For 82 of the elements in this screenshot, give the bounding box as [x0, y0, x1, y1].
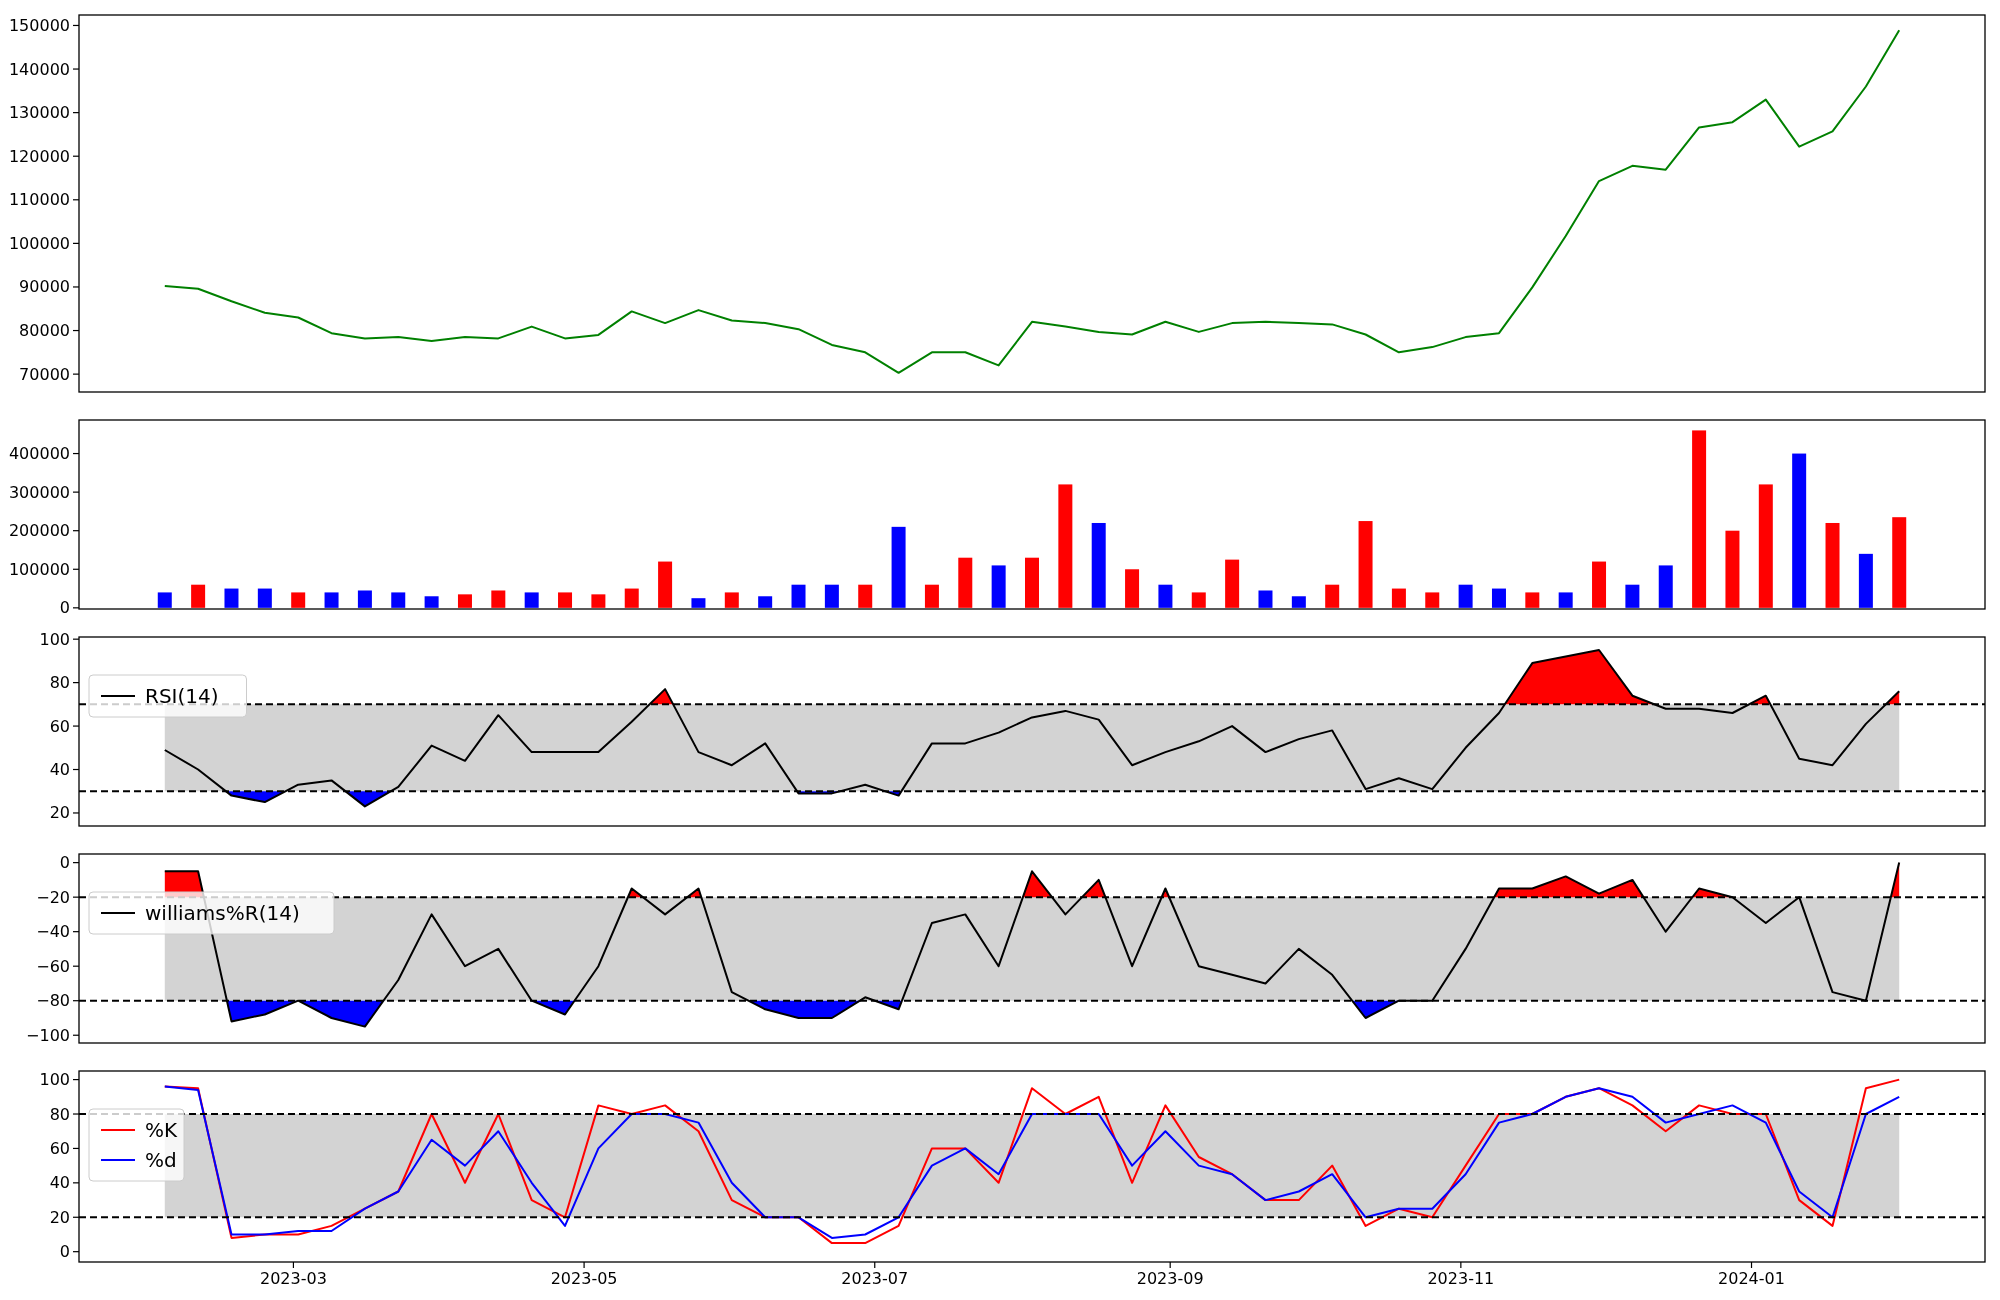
axis-tick-label: 100 — [39, 629, 70, 649]
axis-tick-label: 40 — [49, 760, 70, 779]
axis-tick-label: 20 — [49, 1207, 70, 1227]
axis-tick-label: 150000 — [8, 15, 70, 35]
axis-tick — [72, 638, 80, 640]
axis-tick — [72, 862, 80, 864]
legend-label: %d — [145, 1148, 177, 1172]
axis-tick — [1460, 1261, 1462, 1269]
legend-label: williams%R(14) — [145, 901, 300, 925]
axis-tick — [72, 1034, 80, 1036]
axis-tick-label: 60 — [49, 1138, 70, 1158]
axis-tick-label: 400000 — [8, 444, 70, 464]
axis-tick — [72, 199, 80, 201]
axis-tick-label: 100 — [39, 1070, 70, 1090]
axis-tick — [72, 768, 80, 771]
axis-tick-label: 20 — [49, 803, 70, 823]
axis-tick — [72, 1000, 80, 1002]
axis-tick — [72, 896, 80, 898]
axis-tick-label: 100000 — [8, 233, 70, 253]
axis-tick-label: 140000 — [8, 59, 70, 79]
axis-tick — [292, 1261, 295, 1269]
axis-tick — [72, 373, 80, 375]
axis-tick-label: 0 — [59, 598, 70, 618]
axis-tick-label: 200000 — [8, 521, 70, 541]
axis-tick-label: 80 — [49, 1104, 70, 1124]
axis-tick-label: 100000 — [8, 559, 70, 579]
legend-line-icon — [100, 1159, 136, 1161]
axis-tick-label: 80 — [49, 673, 70, 693]
axis-tick — [72, 568, 80, 570]
axis-tick — [72, 242, 80, 244]
axis-tick — [72, 1113, 80, 1115]
axis-tick-label: 2024-01 — [1718, 1269, 1785, 1288]
axis-tick — [72, 530, 80, 532]
axis-tick — [72, 812, 80, 814]
axis-tick-label: 2023-09 — [1136, 1269, 1204, 1288]
axis-tick-label: 80000 — [19, 321, 70, 341]
axis-tick-label: 0 — [59, 1242, 70, 1262]
legend-line-icon — [100, 912, 136, 914]
axis-tick — [72, 1182, 80, 1184]
axis-tick-label: −100 — [26, 1025, 70, 1045]
axis-tick — [72, 155, 80, 157]
axis-tick — [583, 1261, 585, 1269]
axis-tick — [72, 286, 80, 288]
axis-tick-label: 2023-11 — [1427, 1269, 1495, 1288]
axis-tick — [874, 1261, 876, 1269]
axis-tick-label: 0 — [59, 853, 70, 873]
axis-tick — [72, 452, 80, 455]
axis-tick-label: 40 — [49, 1173, 70, 1193]
axis-tick-label: −20 — [36, 887, 70, 907]
axis-tick-label: 2023-07 — [841, 1269, 909, 1288]
legend-line-icon — [100, 695, 136, 697]
axis-tick-label: −60 — [36, 956, 70, 976]
axis-tick — [72, 1079, 80, 1081]
axis-tick — [1169, 1261, 1171, 1269]
axis-tick-label: 90000 — [19, 277, 70, 297]
legend-line-icon — [100, 1129, 136, 1131]
legend-label: RSI(14) — [145, 684, 219, 708]
axis-tick — [72, 725, 80, 727]
axis-tick-label: 2023-05 — [550, 1269, 618, 1288]
axis-tick-label: 130000 — [8, 103, 70, 123]
axis-tick-label: 2023-03 — [260, 1269, 327, 1288]
axis-tick-label: −40 — [36, 922, 70, 942]
legend-label: %K — [145, 1118, 178, 1142]
axis-tick — [72, 1147, 80, 1150]
axis-tick — [72, 68, 80, 70]
axis-tick — [72, 931, 80, 933]
axis-tick-label: 110000 — [8, 190, 70, 210]
axis-tick — [72, 112, 80, 114]
axis-tick-label: −80 — [36, 991, 70, 1011]
axis-tick — [72, 491, 80, 493]
axis-tick — [72, 607, 80, 609]
axis-tick — [1750, 1261, 1753, 1269]
axis-tick-label: 120000 — [8, 146, 70, 166]
axis-tick-label: 60 — [49, 716, 70, 736]
axis-tick-label: 70000 — [19, 364, 70, 384]
axis-tick — [72, 1216, 80, 1218]
axis-tick — [72, 24, 80, 27]
axis-tick-label: 300000 — [8, 482, 70, 502]
axis-tick — [72, 1251, 80, 1253]
axis-tick — [72, 965, 80, 967]
axis-tick — [72, 682, 80, 684]
axis-tick — [72, 329, 80, 332]
